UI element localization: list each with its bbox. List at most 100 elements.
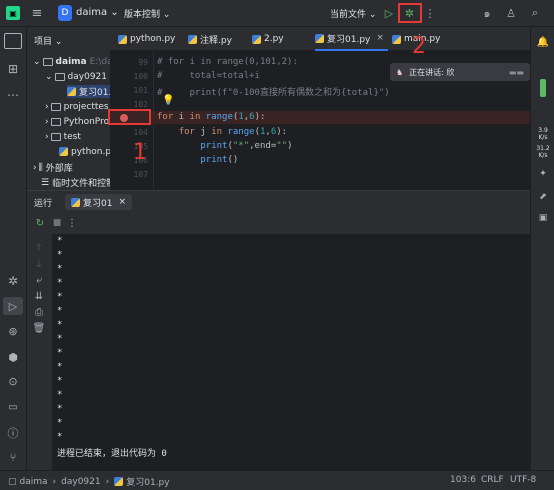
add-user-icon[interactable]: ♙ bbox=[504, 5, 518, 21]
python-file-icon bbox=[252, 34, 261, 44]
breadcrumb-item[interactable]: 复习01.py bbox=[126, 475, 169, 488]
output-line: * bbox=[57, 362, 63, 372]
folder-icon bbox=[50, 117, 61, 126]
chevron-right-icon: › bbox=[52, 476, 57, 487]
more-actions-icon[interactable]: ⋮ bbox=[425, 5, 436, 21]
vcs-label: 版本控制 bbox=[124, 10, 161, 20]
run-tool-icon[interactable]: ▷ bbox=[3, 297, 23, 315]
run-icon[interactable]: ▷ bbox=[382, 5, 396, 21]
tab-python-py[interactable]: python.py bbox=[118, 27, 175, 51]
more-actions-icon[interactable]: ⋮ bbox=[67, 216, 77, 230]
debug-tool-icon[interactable]: ✲ bbox=[4, 273, 22, 289]
vcs-menu[interactable]: 版本控制 ⌄ bbox=[124, 7, 170, 20]
tree-label: daima bbox=[55, 56, 87, 67]
tab-label: 2.py bbox=[264, 34, 284, 44]
soft-wrap-icon[interactable]: ⤶ bbox=[32, 274, 46, 286]
python-packages-icon[interactable]: ⊛ bbox=[4, 323, 22, 339]
line-separator[interactable]: CRLF bbox=[481, 475, 504, 485]
chevron-right-icon: › bbox=[45, 101, 49, 112]
project-name: daima bbox=[76, 7, 108, 18]
code-line: # print(f"0-100直接所有偶数之和为{total}") bbox=[157, 88, 390, 98]
scroll-up-icon[interactable]: ↑ bbox=[32, 242, 46, 254]
tree-label: day0921 bbox=[67, 71, 108, 82]
chevron-right-icon: › bbox=[33, 162, 37, 173]
code-line: print() bbox=[200, 155, 239, 165]
run-config-tab[interactable]: 复习01 × bbox=[65, 194, 132, 210]
share-icon[interactable]: ⬈ bbox=[535, 190, 551, 204]
python-file-icon bbox=[114, 477, 124, 486]
tab-2-py[interactable]: 2.py bbox=[252, 27, 284, 51]
breadcrumb-item[interactable]: day0921 bbox=[61, 477, 100, 487]
close-tab-icon[interactable]: × bbox=[376, 33, 384, 43]
tree-item-scratches[interactable]: ☰ 临时文件和控制 bbox=[33, 176, 116, 190]
tree-label: PythonPro bbox=[63, 116, 110, 127]
editor-tabs: python.py 注释.py 2.py 复习01.py × main.py bbox=[110, 27, 554, 51]
line-number: 101 bbox=[133, 86, 148, 95]
chevron-down-icon: ⌄ bbox=[45, 71, 53, 82]
file-encoding[interactable]: UTF-8 bbox=[510, 475, 536, 485]
line-number: 99 bbox=[138, 58, 148, 67]
close-icon[interactable]: × bbox=[118, 197, 126, 207]
tab-zhushi-py[interactable]: 注释.py bbox=[188, 27, 232, 51]
tree-item-test[interactable]: › test bbox=[45, 130, 81, 143]
problems-icon[interactable]: ⓘ bbox=[4, 425, 22, 441]
scroll-down-icon[interactable]: ↓ bbox=[32, 258, 46, 270]
code-editor[interactable]: 💡 99 # for i in range(0,101,2): 100 # to… bbox=[110, 51, 530, 190]
code-line: for j in range(1,6): bbox=[178, 127, 288, 137]
stop-icon[interactable]: ■ bbox=[51, 216, 63, 230]
output-line: * bbox=[57, 292, 63, 302]
breadcrumb-item[interactable]: daima bbox=[20, 477, 48, 487]
ai-chat-icon[interactable]: ✦ bbox=[535, 167, 551, 181]
layers-icon[interactable]: ⬢ bbox=[4, 349, 22, 365]
notifications-icon[interactable]: 🔔 bbox=[535, 35, 551, 49]
python-file-icon bbox=[67, 87, 76, 96]
more-tools-icon[interactable]: ⋯ bbox=[4, 87, 22, 103]
project-switcher[interactable]: daima ⌄ bbox=[76, 7, 119, 18]
line-number: 107 bbox=[133, 170, 148, 179]
tree-label: 临时文件和控制 bbox=[52, 179, 116, 189]
tab-fuxi01-py[interactable]: 复习01.py × bbox=[315, 27, 388, 51]
net-down: 31.2 K/s bbox=[536, 145, 550, 159]
tree-item-pythonpro[interactable]: › PythonPro bbox=[45, 115, 109, 128]
tree-item-day0921[interactable]: ⌄ day0921 bbox=[45, 70, 107, 83]
tab-label: 注释.py bbox=[200, 35, 232, 46]
project-badge: D bbox=[58, 5, 72, 21]
terminal-icon[interactable]: ▭ bbox=[4, 399, 22, 415]
tree-label: 复习01. bbox=[79, 88, 112, 98]
annotation-box-debug bbox=[398, 3, 422, 23]
code-line: # total=total+i bbox=[157, 71, 260, 81]
tree-item-file-fuxi01[interactable]: 复习01. bbox=[67, 85, 116, 98]
console-output[interactable]: * * * * * * * * * * * * * * * 进程已结束，退出代码… bbox=[52, 234, 530, 470]
project-tool-icon[interactable] bbox=[4, 33, 22, 49]
net-up: 3.9 K/s bbox=[538, 127, 548, 141]
chevron-down-icon: ⌄ bbox=[33, 56, 41, 67]
tree-item-external-libs[interactable]: › ⫼ 外部库 bbox=[33, 161, 73, 175]
project-panel-title[interactable]: 项目 ⌄ bbox=[34, 34, 62, 47]
print-icon[interactable]: ⎙ bbox=[32, 306, 46, 318]
run-config-selector[interactable]: 当前文件 ⌄ bbox=[330, 7, 376, 20]
rerun-icon[interactable]: ↻ bbox=[34, 216, 46, 230]
services-icon[interactable]: ⊙ bbox=[4, 373, 22, 389]
chevron-right-icon: › bbox=[45, 131, 49, 142]
search-icon[interactable]: ⌕ bbox=[528, 5, 542, 21]
structure-tool-icon[interactable]: ⊞ bbox=[4, 61, 22, 77]
caret-position[interactable]: 103:6 bbox=[450, 475, 476, 485]
ai-assistant-icon[interactable]: ๑ bbox=[480, 5, 494, 21]
tree-item-python-py[interactable]: python.py bbox=[59, 145, 116, 158]
tree-item-daima[interactable]: ⌄ daima E:\da bbox=[33, 55, 113, 68]
output-line: * bbox=[57, 376, 63, 386]
output-line: * bbox=[57, 306, 63, 316]
folder-icon bbox=[50, 102, 61, 111]
scroll-to-end-icon[interactable]: ⇊ bbox=[32, 290, 46, 302]
chevron-right-icon: › bbox=[105, 476, 110, 487]
left-tool-strip: ⊞ ⋯ ✲ ▷ ⊛ ⬢ ⊙ ▭ ⓘ ⑂ bbox=[0, 27, 27, 470]
output-line: * bbox=[57, 236, 63, 246]
run-panel-title: 运行 bbox=[34, 199, 53, 209]
popup-controls-icon[interactable]: ▬▬ bbox=[509, 68, 524, 77]
database-icon[interactable]: ▣ bbox=[535, 211, 551, 225]
git-icon[interactable]: ⑂ bbox=[4, 449, 22, 465]
run-config-label: 当前文件 bbox=[330, 10, 367, 20]
clear-icon[interactable]: 🗑 bbox=[32, 322, 46, 334]
main-menu-icon[interactable]: ≡ bbox=[30, 6, 44, 21]
tree-item-projecttes[interactable]: › projecttes bbox=[45, 100, 109, 113]
